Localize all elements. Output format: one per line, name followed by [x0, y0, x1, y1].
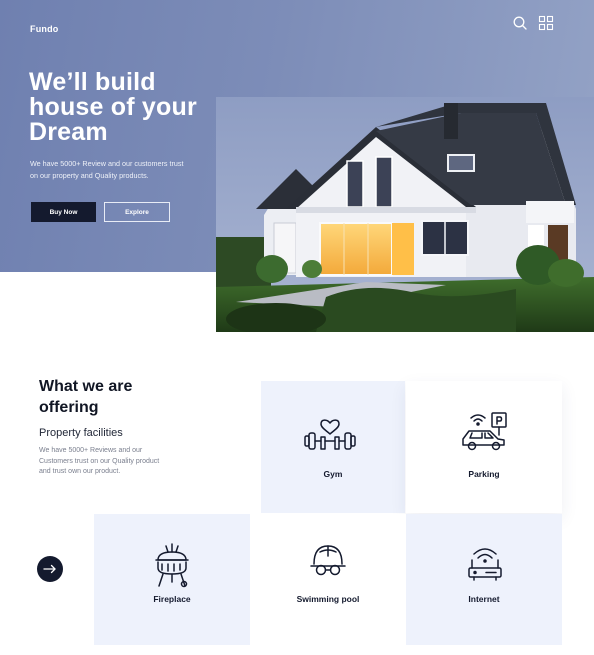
fireplace-icon — [155, 543, 189, 588]
facility-card-parking[interactable]: Parking — [406, 381, 562, 513]
search-icon[interactable] — [512, 15, 528, 31]
facility-label: Internet — [468, 594, 500, 604]
facility-label: Fireplace — [153, 594, 191, 604]
internet-router-icon — [468, 548, 502, 581]
hero-subtitle-line: We have 5000+ Review and our customers t… — [30, 159, 184, 168]
hero-title-line: house of your — [29, 93, 197, 121]
hero-title-line: Dream — [29, 118, 108, 146]
offering-title-line: What we are — [39, 378, 133, 395]
house-image — [216, 97, 594, 332]
header-actions — [512, 15, 554, 31]
next-arrow-button[interactable] — [37, 556, 63, 582]
swimming-pool-icon — [310, 545, 346, 576]
facility-card-swimming-pool[interactable]: Swimming pool — [250, 514, 406, 645]
facility-card-fireplace[interactable]: Fireplace — [94, 514, 250, 645]
buy-now-button[interactable]: Buy Now — [31, 202, 96, 222]
hero-subtitle: We have 5000+ Review and our customers t… — [30, 158, 220, 182]
explore-button[interactable]: Explore — [104, 202, 170, 222]
parking-icon — [462, 412, 507, 451]
offering-subtitle: Property facilities — [39, 427, 123, 439]
gym-icon — [304, 419, 356, 450]
brand-logo[interactable]: Fundo — [30, 24, 59, 34]
offering-description: We have 5000+ Reviews and our Customers … — [39, 446, 199, 478]
facility-card-internet[interactable]: Internet — [406, 514, 562, 645]
offering-description-line: and trust own our product. — [39, 468, 121, 475]
offering-description-line: Customers trust on our Quality product — [39, 457, 160, 465]
hero-subtitle-line: on our property and Quality products. — [30, 171, 149, 180]
hero-title-line: We’ll build — [29, 68, 156, 96]
grid-menu-icon[interactable] — [538, 15, 554, 31]
arrow-right-icon — [43, 564, 56, 574]
facility-label: Gym — [323, 469, 343, 479]
facility-card-gym[interactable]: Gym — [261, 381, 405, 513]
offering-description-line: We have 5000+ Reviews and our — [39, 447, 143, 454]
offering-title: What we are offering — [39, 376, 219, 418]
facility-label: Swimming pool — [296, 594, 360, 604]
offering-title-line: offering — [39, 399, 99, 416]
facility-label: Parking — [468, 469, 500, 479]
